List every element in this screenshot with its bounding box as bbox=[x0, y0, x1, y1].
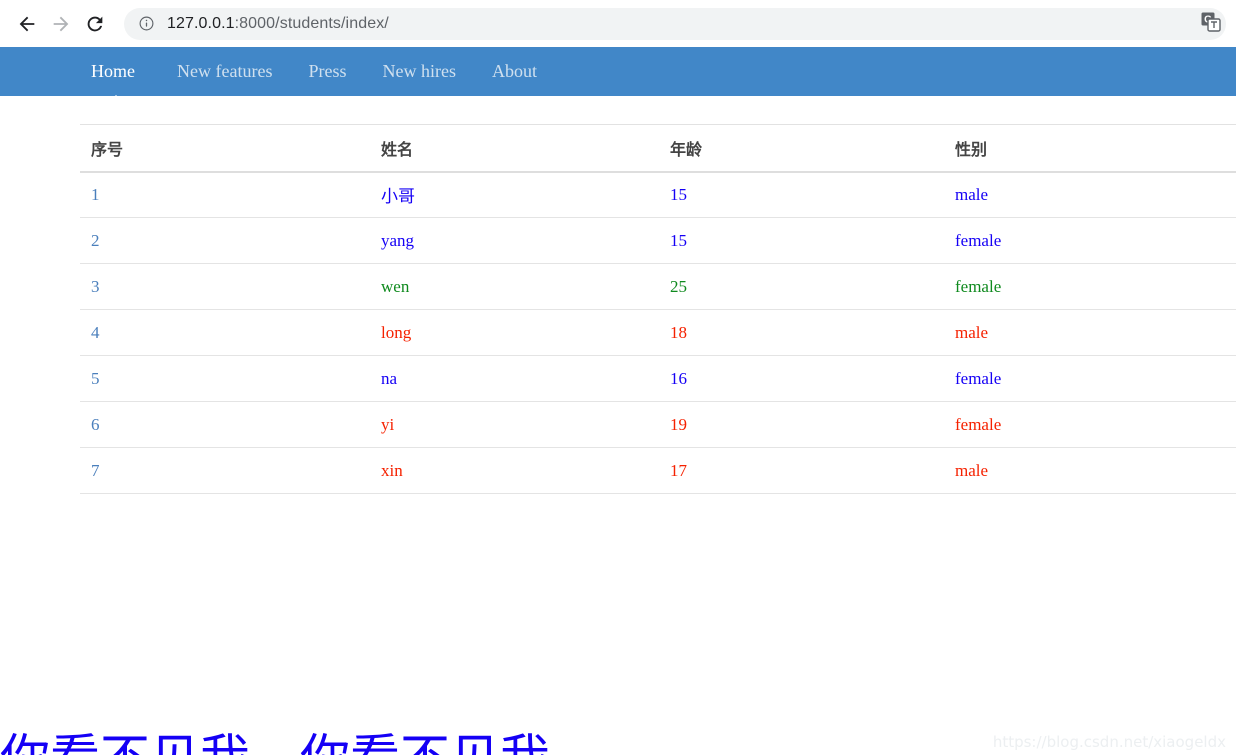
cell-index: 7 bbox=[80, 447, 370, 494]
site-info-icon[interactable] bbox=[138, 15, 155, 32]
cell-age: 15 bbox=[659, 171, 944, 218]
cell-gender: female bbox=[944, 401, 1236, 448]
nav-item-about[interactable]: About bbox=[474, 47, 555, 96]
cell-gender: female bbox=[944, 263, 1236, 310]
reload-button[interactable] bbox=[78, 7, 112, 41]
cell-age: 16 bbox=[659, 355, 944, 402]
browser-toolbar: 127.0.0.1:8000/students/index/ G bbox=[0, 0, 1236, 47]
students-table-container: 序号 姓名 年龄 性别 1 小哥 15 male 2 yang 15 female 3 wen 25… bbox=[0, 96, 1236, 494]
cell-name: 小哥 bbox=[370, 171, 659, 218]
table-row: 7 xin 17 male bbox=[80, 447, 1236, 494]
cell-gender: female bbox=[944, 355, 1236, 402]
table-row: 1 小哥 15 male bbox=[80, 171, 1236, 218]
back-button[interactable] bbox=[10, 7, 44, 41]
column-header-gender: 性别 bbox=[944, 124, 1236, 173]
hidden-message-text: 你看不见我，你看不见我 bbox=[0, 733, 550, 755]
cell-index: 6 bbox=[80, 401, 370, 448]
page-viewport: Home New features Press New hires About … bbox=[0, 47, 1236, 755]
cell-name: long bbox=[370, 309, 659, 356]
cell-gender: male bbox=[944, 447, 1236, 494]
table-row: 4 long 18 male bbox=[80, 309, 1236, 356]
cell-index: 2 bbox=[80, 217, 370, 264]
table-row: 5 na 16 female bbox=[80, 355, 1236, 402]
address-bar-text: 127.0.0.1:8000/students/index/ bbox=[167, 15, 389, 33]
active-tab-caret-icon bbox=[107, 95, 125, 104]
cell-name: yang bbox=[370, 217, 659, 264]
forward-button[interactable] bbox=[44, 7, 78, 41]
cell-index: 4 bbox=[80, 309, 370, 356]
nav-item-press[interactable]: Press bbox=[290, 47, 364, 96]
table-row: 3 wen 25 female bbox=[80, 263, 1236, 310]
cell-age: 15 bbox=[659, 217, 944, 264]
cell-name: xin bbox=[370, 447, 659, 494]
table-row: 2 yang 15 female bbox=[80, 217, 1236, 264]
cell-index: 1 bbox=[80, 171, 370, 218]
address-bar[interactable]: 127.0.0.1:8000/students/index/ bbox=[124, 7, 1226, 40]
cell-age: 19 bbox=[659, 401, 944, 448]
cell-index: 5 bbox=[80, 355, 370, 402]
cell-age: 25 bbox=[659, 263, 944, 310]
nav-item-home[interactable]: Home bbox=[91, 47, 159, 96]
nav-item-new-hires[interactable]: New hires bbox=[364, 47, 473, 96]
cell-name: yi bbox=[370, 401, 659, 448]
cell-index: 3 bbox=[80, 263, 370, 310]
cell-gender: female bbox=[944, 217, 1236, 264]
nav-item-new-features[interactable]: New features bbox=[159, 47, 290, 96]
url-path: :8000/students/index/ bbox=[234, 14, 389, 32]
watermark-text: https://blog.csdn.net/xiaogeldx bbox=[992, 733, 1226, 751]
site-navbar: Home New features Press New hires About bbox=[0, 47, 1236, 104]
cell-name: na bbox=[370, 355, 659, 402]
reload-icon bbox=[84, 13, 106, 35]
students-table-body: 1 小哥 15 male 2 yang 15 female 3 wen 25 female 4 long 1… bbox=[80, 171, 1236, 494]
cell-gender: male bbox=[944, 309, 1236, 356]
cell-age: 18 bbox=[659, 309, 944, 356]
url-host: 127.0.0.1 bbox=[167, 14, 235, 32]
cell-age: 17 bbox=[659, 447, 944, 494]
column-header-index: 序号 bbox=[80, 124, 370, 173]
cell-gender: male bbox=[944, 171, 1236, 218]
students-table: 序号 姓名 年龄 性别 1 小哥 15 male 2 yang 15 female 3 wen 25… bbox=[80, 124, 1236, 494]
table-row: 6 yi 19 female bbox=[80, 401, 1236, 448]
cell-name: wen bbox=[370, 263, 659, 310]
column-header-age: 年龄 bbox=[659, 124, 944, 173]
google-translate-icon[interactable]: G bbox=[1196, 7, 1226, 37]
table-header-row: 序号 姓名 年龄 性别 bbox=[80, 124, 1236, 173]
back-arrow-icon bbox=[16, 13, 38, 35]
forward-arrow-icon bbox=[50, 13, 72, 35]
column-header-name: 姓名 bbox=[370, 124, 659, 173]
